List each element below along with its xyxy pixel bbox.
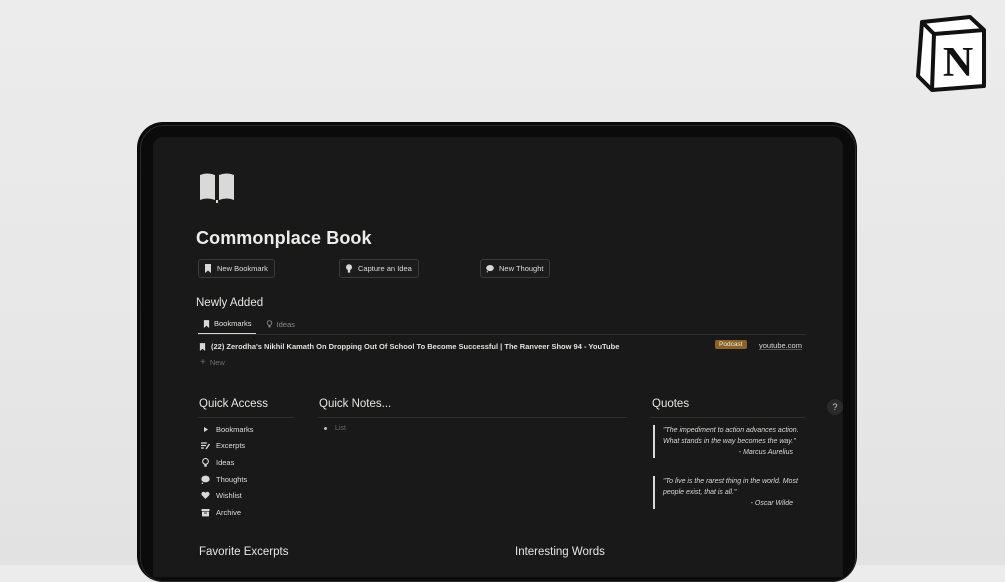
notion-logo: N xyxy=(914,14,990,92)
plus-icon: + xyxy=(200,357,206,368)
new-label: New xyxy=(209,358,225,367)
quick-access-thoughts[interactable]: Thoughts xyxy=(200,474,247,484)
url-link[interactable]: youtube.com xyxy=(759,341,802,350)
quote-text: "The impediment to action advances actio… xyxy=(663,427,799,445)
quick-access-bookmarks[interactable]: Bookmarks xyxy=(200,424,254,434)
bookmark-icon xyxy=(199,342,206,351)
quote-author: - Marcus Aurelius xyxy=(738,449,793,456)
thought-bubble-icon xyxy=(486,265,494,273)
quick-notes-heading: Quick Notes... xyxy=(319,398,392,410)
add-new-row-button[interactable]: + New xyxy=(200,357,225,368)
quote-text: "To live is the rarest thing in the worl… xyxy=(663,478,798,496)
heart-icon xyxy=(200,490,210,500)
table-row[interactable]: (22) Zerodha's Nikhil Kamath On Dropping… xyxy=(199,340,804,353)
lightbulb-icon xyxy=(266,320,272,328)
archive-box-icon xyxy=(200,507,210,517)
quick-access-archive[interactable]: Archive xyxy=(200,507,241,517)
divider xyxy=(650,417,805,418)
page-title: Commonplace Book xyxy=(196,228,372,248)
new-bookmark-button[interactable]: New Bookmark xyxy=(198,259,275,278)
quote-author: - Oscar Wilde xyxy=(750,500,793,507)
item-label: Bookmarks xyxy=(216,424,254,434)
button-label: Capture an Idea xyxy=(358,264,412,273)
view-tabs: Bookmarks Ideas xyxy=(198,317,299,334)
notion-page: Commonplace Book New Bookmark Capture an… xyxy=(153,137,843,577)
item-label: Ideas xyxy=(216,457,235,467)
thought-bubble-icon xyxy=(200,474,210,484)
button-label: New Thought xyxy=(499,264,544,273)
svg-text:N: N xyxy=(943,40,973,86)
button-label: New Bookmark xyxy=(217,264,268,273)
lightbulb-icon xyxy=(346,264,352,273)
new-thought-button[interactable]: New Thought xyxy=(480,259,551,278)
bookmark-title[interactable]: (22) Zerodha's Nikhil Kamath On Dropping… xyxy=(211,342,619,351)
divider xyxy=(318,417,627,418)
open-book-icon xyxy=(198,171,236,203)
favorite-excerpts-heading: Favorite Excerpts xyxy=(199,546,289,558)
divider xyxy=(198,334,806,335)
quick-access-heading: Quick Access xyxy=(199,398,269,410)
bookmark-icon xyxy=(205,264,211,273)
divider xyxy=(198,417,294,418)
quotes-heading: Quotes xyxy=(652,398,690,410)
quick-access-ideas[interactable]: Ideas xyxy=(200,457,234,467)
tab-ideas[interactable]: Ideas xyxy=(261,317,299,334)
item-label: Excerpts xyxy=(216,440,246,450)
item-label: Wishlist xyxy=(216,490,242,500)
quick-access-excerpts[interactable]: Excerpts xyxy=(200,440,245,450)
quick-notes-list[interactable]: List xyxy=(324,425,346,432)
bullet-icon xyxy=(324,427,327,430)
tab-bookmarks[interactable]: Bookmarks xyxy=(198,317,256,334)
capture-idea-button[interactable]: Capture an Idea xyxy=(339,259,419,278)
lightbulb-icon xyxy=(200,457,210,467)
item-label: Archive xyxy=(216,507,242,517)
tab-label: Bookmarks xyxy=(214,319,252,328)
edit-lines-icon xyxy=(200,440,210,450)
quote-block: "To live is the rarest thing in the worl… xyxy=(653,476,813,509)
quick-access-wishlist[interactable]: Wishlist xyxy=(200,490,242,500)
tab-label: Ideas xyxy=(276,319,295,329)
help-button[interactable]: ? xyxy=(827,399,843,415)
newly-added-heading: Newly Added xyxy=(196,297,264,309)
list-placeholder: List xyxy=(335,425,346,432)
interesting-words-heading: Interesting Words xyxy=(515,546,605,558)
triangle-right-icon xyxy=(200,424,210,434)
item-label: Thoughts xyxy=(216,474,248,484)
tag-badge: Podcast xyxy=(715,340,747,349)
bookmark-icon xyxy=(203,319,210,328)
quote-block: "The impediment to action advances actio… xyxy=(653,425,813,458)
